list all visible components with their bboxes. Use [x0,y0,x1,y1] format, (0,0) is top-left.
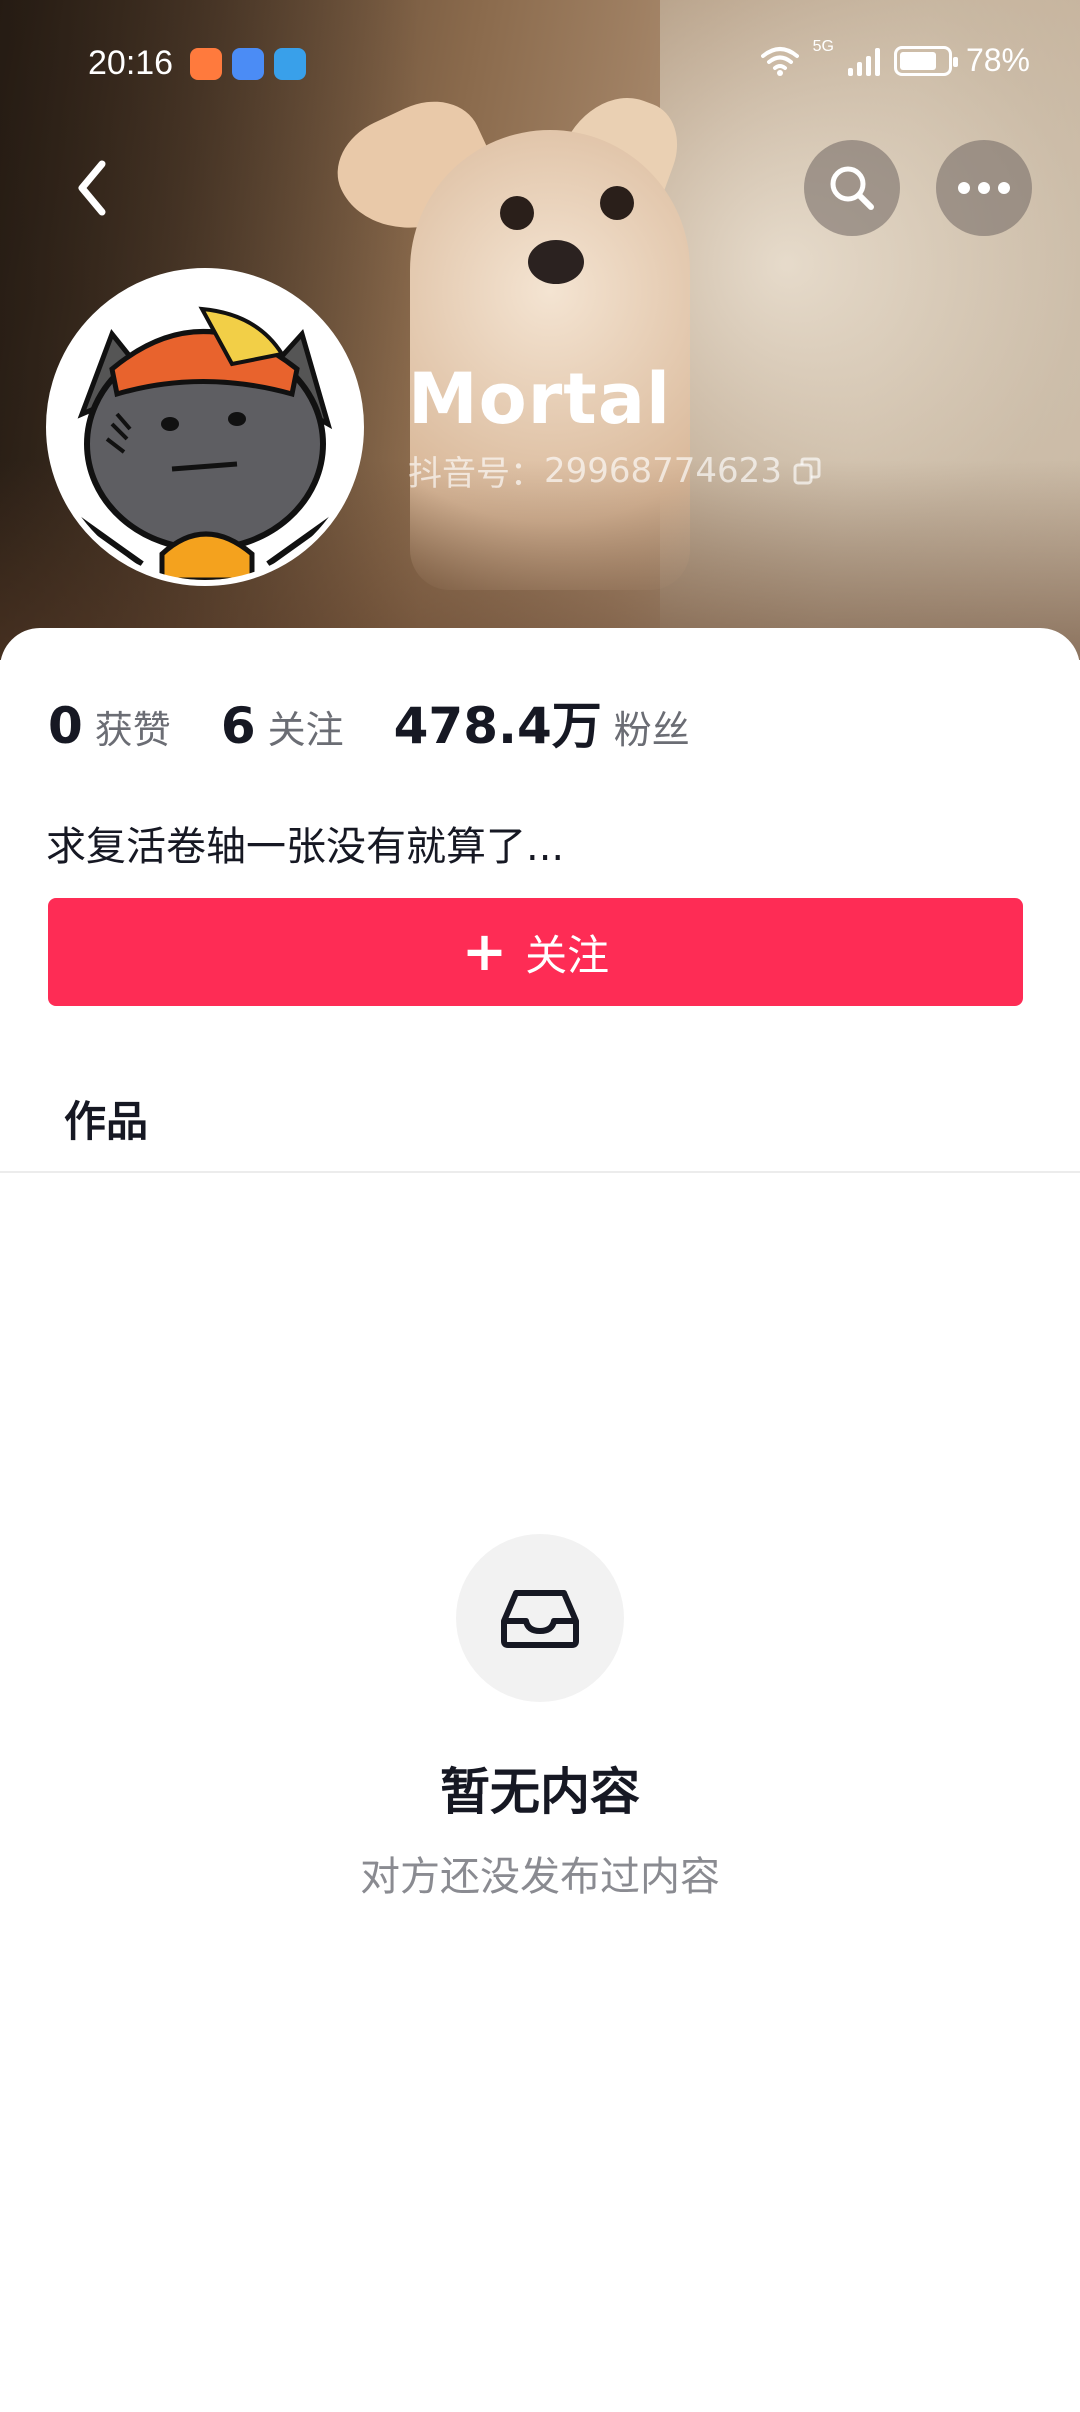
back-button[interactable] [64,148,124,228]
copy-icon[interactable] [792,456,822,486]
profile-card: 0 获赞 6 关注 478.4万 粉丝 求复活卷轴一张没有就算了... + 关注… [0,628,1080,2412]
tab-works[interactable]: 作品 [64,1088,148,1149]
stat-likes-label: 获赞 [94,708,171,752]
avatar-illustration [52,274,358,580]
network-type: 5G [812,38,834,55]
empty-state-subtitle: 对方还没发布过内容 [360,1854,720,1900]
avatar[interactable] [46,268,364,586]
signal-icon [847,46,880,76]
empty-state-title: 暂无内容 [440,1763,640,1821]
stat-likes-value: 0 [48,697,83,755]
profile-bio: 求复活卷轴一张没有就算了... [46,824,565,870]
stat-followers-value: 478.4万 [393,697,602,755]
stat-followers[interactable]: 478.4万 粉丝 [394,686,690,758]
battery-percent: 78% [965,42,1030,78]
status-bar: 20:16 5G 78% [0,0,1080,120]
chevron-left-icon [78,160,106,216]
stat-followers-label: 粉丝 [613,708,690,752]
follow-button-label: 关注 [525,930,610,980]
wifi-icon [760,46,799,76]
app-notification-icon [274,48,306,80]
plus-icon: + [461,920,508,983]
stat-following-value: 6 [220,697,256,755]
inbox-tray-icon [501,1590,579,1648]
search-icon [830,166,874,210]
stat-following[interactable]: 6 关注 [221,697,344,755]
stat-following-label: 关注 [267,708,344,752]
status-time: 20:16 [88,44,174,82]
app-notification-icon [232,48,264,80]
tab-divider [0,1171,1080,1173]
follow-button[interactable]: + 关注 [48,898,1023,1006]
account-id-row[interactable]: 抖音号： 29968774623 [408,446,822,495]
stat-likes[interactable]: 0 获赞 [48,697,171,755]
stats-row: 0 获赞 6 关注 478.4万 粉丝 [48,686,740,758]
empty-state-icon-circle [456,1534,624,1702]
battery-icon [893,45,958,76]
more-dots-icon [958,182,1010,194]
profile-username: Mortal [408,358,671,440]
app-notification-icon [190,48,222,80]
more-button[interactable] [936,140,1032,236]
search-button[interactable] [804,140,900,236]
account-id-value: 29968774623 [544,450,782,491]
account-id-label: 抖音号： [408,454,544,494]
